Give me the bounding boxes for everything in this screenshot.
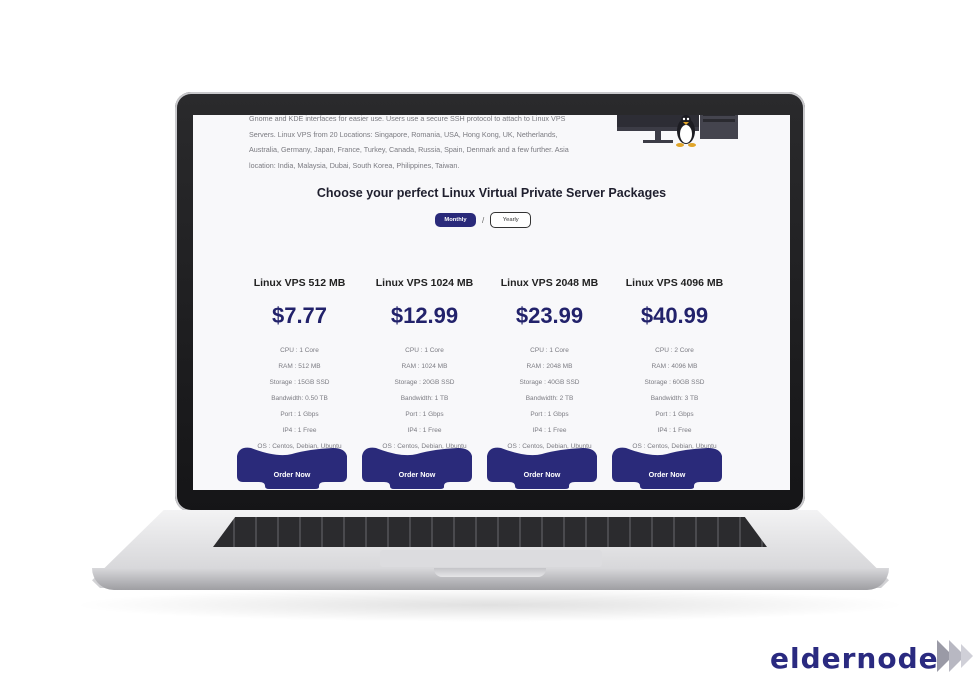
plan-card: Linux VPS 2048 MB $23.99 CPU : 1 Core RA… xyxy=(487,275,612,489)
plan-specs: CPU : 1 Core RAM : 2048 MB Storage : 40G… xyxy=(487,343,612,455)
forward-arrows-icon xyxy=(937,640,973,672)
order-label: Order Now xyxy=(398,470,436,479)
order-label: Order Now xyxy=(523,470,561,479)
laptop-screen: Gnome and KDE interfaces for easier use.… xyxy=(193,115,790,490)
spec-bandwidth: Bandwidth: 1 TB xyxy=(400,395,449,402)
order-button-shape xyxy=(362,447,472,489)
spec-port: Port : 1 Gbps xyxy=(405,411,444,418)
plan-price: $7.77 xyxy=(271,303,328,328)
intro-line: Servers. Linux VPS from 20 Locations: Si… xyxy=(249,129,558,139)
spec-storage: Storage : 40GB SSD xyxy=(519,379,580,386)
spec-storage: Storage : 60GB SSD xyxy=(644,379,705,386)
monthly-button[interactable]: Monthly xyxy=(435,213,476,227)
plan-card: Linux VPS 512 MB $7.77 CPU : 1 Core RAM … xyxy=(237,275,362,489)
spec-port: Port : 1 Gbps xyxy=(655,411,694,418)
billing-toggle: Monthly / Yearly xyxy=(435,212,532,228)
order-now-button[interactable]: Order Now xyxy=(612,446,722,489)
order-now-button[interactable]: Order Now xyxy=(487,446,597,489)
section-heading: Choose your perfect Linux Virtual Privat… xyxy=(316,186,667,200)
spec-cpu: CPU : 1 Core xyxy=(280,347,319,354)
order-now-button[interactable]: Order Now xyxy=(362,446,472,489)
plan-specs: CPU : 1 Core RAM : 1024 MB Storage : 20G… xyxy=(362,343,487,455)
intro-line: location: India, Malaysia, Dubai, South … xyxy=(249,160,460,170)
spec-bandwidth: Bandwidth: 3 TB xyxy=(650,395,699,402)
order-button-shape xyxy=(612,447,722,489)
order-button-shape xyxy=(237,447,347,489)
plan-specs: CPU : 2 Core RAM : 4096 MB Storage : 60G… xyxy=(612,343,737,455)
plan-price: $23.99 xyxy=(515,303,584,328)
plan-price: $12.99 xyxy=(390,303,459,328)
plan-specs: CPU : 1 Core RAM : 512 MB Storage : 15GB… xyxy=(237,343,362,455)
spec-port: Port : 1 Gbps xyxy=(280,411,319,418)
order-now-button[interactable]: Order Now xyxy=(237,446,347,489)
plan-name: Linux VPS 4096 MB xyxy=(625,277,724,289)
order-button-shape xyxy=(487,447,597,489)
order-label: Order Now xyxy=(273,470,311,479)
toggle-separator: / xyxy=(482,215,485,225)
plan-name: Linux VPS 2048 MB xyxy=(500,277,599,289)
laptop-shadow xyxy=(70,588,910,622)
laptop-notch xyxy=(434,568,546,577)
intro-line: Australia, Germany, Japan, France, Turke… xyxy=(249,145,569,155)
linux-server-illustration xyxy=(617,115,738,147)
plans-row: Linux VPS 512 MB $7.77 CPU : 1 Core RAM … xyxy=(237,275,737,489)
spec-ip4: IP4 : 1 Free xyxy=(407,427,442,434)
intro-paragraph: Gnome and KDE interfaces for easier use.… xyxy=(249,115,609,173)
spec-cpu: CPU : 2 Core xyxy=(655,347,694,354)
laptop-trackpad xyxy=(380,550,602,567)
spec-ram: RAM : 512 MB xyxy=(278,363,321,370)
spec-cpu: CPU : 1 Core xyxy=(530,347,569,354)
plan-price: $40.99 xyxy=(640,303,709,328)
intro-line: Gnome and KDE interfaces for easier use.… xyxy=(249,115,566,123)
order-label: Order Now xyxy=(648,470,686,479)
plan-name: Linux VPS 512 MB xyxy=(253,277,346,289)
spec-ip4: IP4 : 1 Free xyxy=(532,427,567,434)
spec-ram: RAM : 1024 MB xyxy=(401,363,448,370)
spec-storage: Storage : 15GB SSD xyxy=(269,379,330,386)
spec-cpu: CPU : 1 Core xyxy=(405,347,444,354)
spec-ip4: IP4 : 1 Free xyxy=(657,427,692,434)
logo-text: eldernode xyxy=(770,642,939,675)
spec-storage: Storage : 20GB SSD xyxy=(394,379,455,386)
laptop-keyboard xyxy=(213,517,767,547)
spec-port: Port : 1 Gbps xyxy=(530,411,569,418)
spec-ram: RAM : 2048 MB xyxy=(526,363,573,370)
spec-bandwidth: Bandwidth: 2 TB xyxy=(525,395,574,402)
spec-ram: RAM : 4096 MB xyxy=(651,363,698,370)
spec-ip4: IP4 : 1 Free xyxy=(282,427,317,434)
yearly-button[interactable]: Yearly xyxy=(490,212,532,228)
plan-name: Linux VPS 1024 MB xyxy=(375,277,474,289)
plan-card: Linux VPS 4096 MB $40.99 CPU : 2 Core RA… xyxy=(612,275,737,489)
spec-bandwidth: Bandwidth: 0.50 TB xyxy=(271,395,328,402)
plan-card: Linux VPS 1024 MB $12.99 CPU : 1 Core RA… xyxy=(362,275,487,489)
